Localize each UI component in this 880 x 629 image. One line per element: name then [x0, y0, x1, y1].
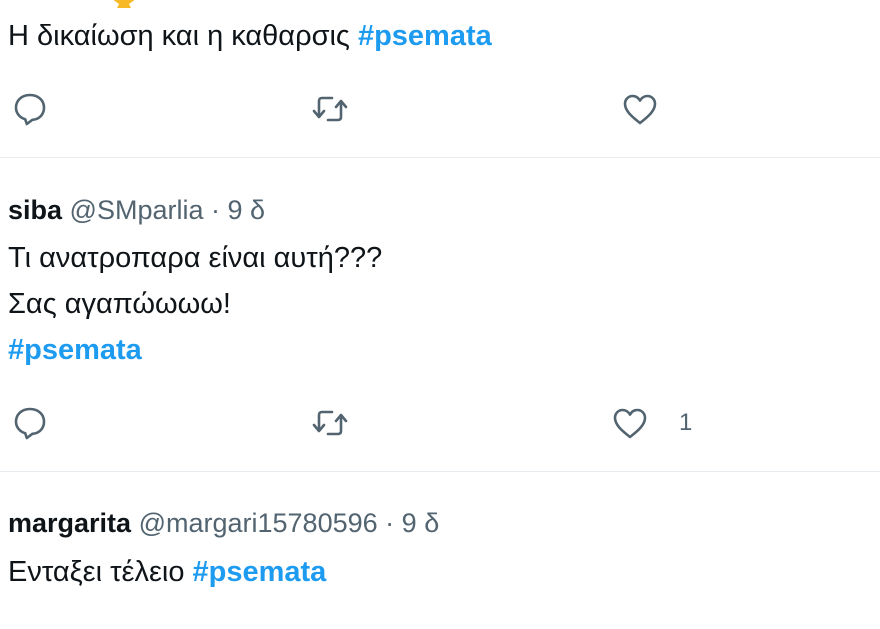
- tweet-time[interactable]: 9 δ: [228, 195, 266, 225]
- reply-button[interactable]: [10, 89, 50, 129]
- separator-dot: ·: [385, 508, 395, 538]
- retweet-button[interactable]: [310, 89, 350, 129]
- tweet-header: margarita @margari15780596 · 9 δ: [8, 506, 439, 540]
- author-name[interactable]: margarita: [8, 508, 131, 538]
- retweet-button[interactable]: [310, 403, 350, 443]
- hashtag-link[interactable]: #psemata: [358, 20, 492, 52]
- tweet-text-line-2: Σας αγαπώωωω!: [8, 288, 231, 320]
- like-count: 1: [679, 409, 693, 436]
- tweet-text-body: Ενταξει τέλειο: [8, 556, 193, 588]
- retweet-icon: [312, 410, 348, 436]
- reply-icon: [14, 407, 46, 440]
- like-icon: [623, 94, 657, 125]
- like-button[interactable]: [620, 89, 660, 129]
- tweet-time[interactable]: 9 δ: [402, 508, 440, 538]
- retweet-icon: [312, 96, 348, 122]
- author-handle[interactable]: @margari15780596: [139, 508, 378, 538]
- tweet-text: Ενταξει τέλειο #psemata: [8, 554, 326, 590]
- reply-button[interactable]: [10, 403, 50, 443]
- separator-dot: ·: [211, 195, 221, 225]
- emoji-peek: [110, 0, 162, 8]
- tweet-text: Η δικαίωση και η καθαρσις #psemata: [8, 18, 492, 54]
- hashtag-link[interactable]: #psemata: [8, 334, 142, 366]
- tweet-text-body: Η δικαίωση και η καθαρσις: [8, 20, 358, 52]
- tweet-1[interactable]: Η δικαίωση και η καθαρσις #psemata: [0, 0, 880, 158]
- tweet-3[interactable]: margarita @margari15780596 · 9 δ Ενταξει…: [0, 472, 880, 629]
- hashtag-link[interactable]: #psemata: [193, 556, 327, 588]
- author-name[interactable]: siba: [8, 195, 62, 225]
- reply-icon: [14, 93, 46, 126]
- tweet-text-line-1: Τι ανατροπαρα είναι αυτή???: [8, 242, 383, 274]
- author-handle[interactable]: @SMparlia: [70, 195, 204, 225]
- tweet-header: siba @SMparlia · 9 δ: [8, 193, 265, 227]
- tweet-2[interactable]: siba @SMparlia · 9 δ Τι ανατροπαρα είναι…: [0, 158, 880, 471]
- tweet-text-line-3: #psemata: [8, 332, 142, 368]
- like-icon: [613, 408, 647, 439]
- tweet-feed: Η δικαίωση και η καθαρσις #psemata siba: [0, 0, 880, 629]
- like-button[interactable]: [610, 403, 650, 443]
